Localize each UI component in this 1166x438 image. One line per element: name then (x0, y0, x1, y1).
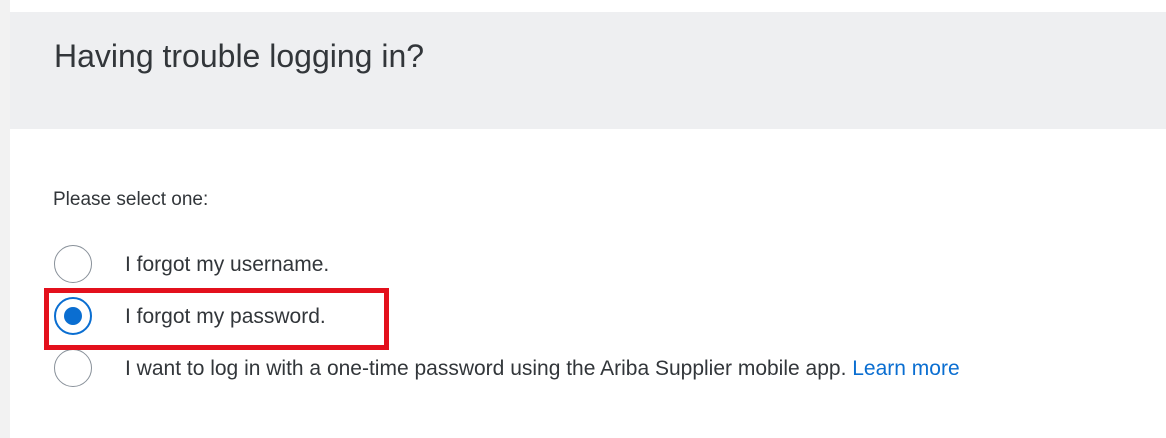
option-forgot-password[interactable]: I forgot my password. (51, 295, 1161, 339)
top-strip (0, 0, 1166, 12)
radio-unchecked-icon[interactable] (54, 349, 92, 387)
option-label-otp: I want to log in with a one-time passwor… (125, 357, 960, 381)
left-rail (0, 0, 10, 438)
select-prompt: Please select one: (53, 189, 209, 210)
learn-more-link[interactable]: Learn more (852, 357, 959, 380)
option-label-password: I forgot my password. (125, 305, 326, 328)
option-one-time-password[interactable]: I want to log in with a one-time passwor… (51, 347, 1161, 391)
header-band: Having trouble logging in? (10, 12, 1166, 129)
radio-unchecked-icon[interactable] (54, 245, 92, 283)
radio-dot (64, 307, 82, 325)
content-area: Please select one: I forgot my username.… (10, 129, 1166, 438)
radio-checked-icon[interactable] (54, 297, 92, 335)
page-title: Having trouble logging in? (54, 38, 425, 74)
page: Having trouble logging in? Please select… (0, 0, 1166, 438)
option-label-otp-text: I want to log in with a one-time passwor… (125, 357, 847, 380)
option-forgot-username[interactable]: I forgot my username. (51, 243, 1161, 287)
option-label-username: I forgot my username. (125, 253, 330, 276)
